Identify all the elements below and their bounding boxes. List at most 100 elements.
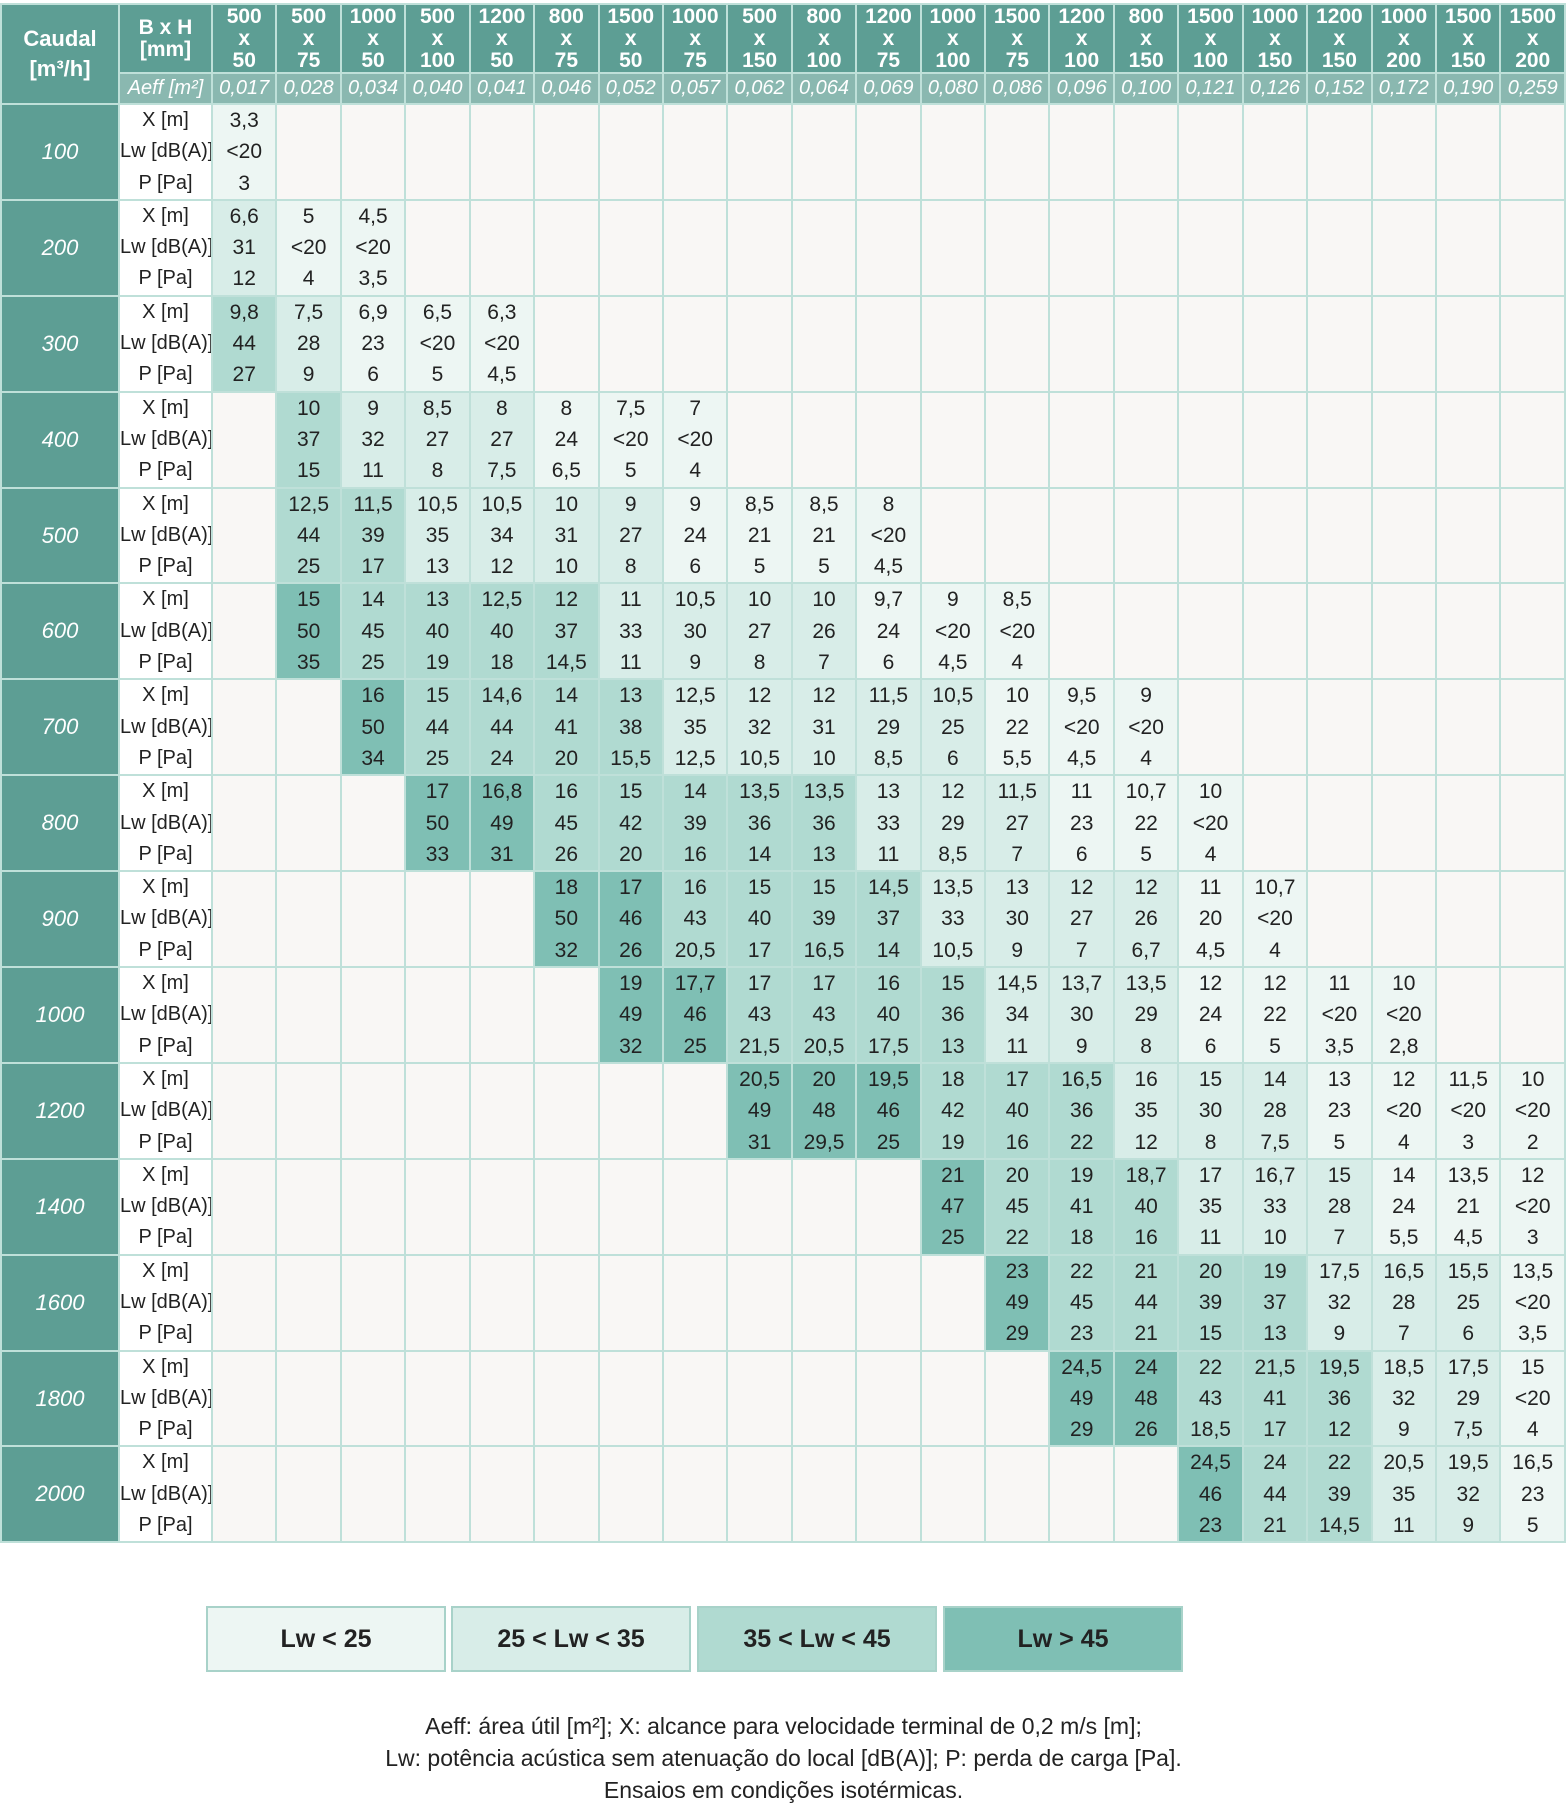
lw-value: 50 [425, 811, 450, 835]
empty-cell [1306, 678, 1373, 777]
empty-cell [210, 1445, 278, 1544]
empty-cell [919, 103, 987, 201]
lw-value: 44 [1134, 1290, 1158, 1314]
lw-value: 24 [554, 427, 578, 451]
empty-cell [1499, 198, 1566, 297]
data-cell: 15 28 7 [1306, 1157, 1373, 1256]
lw-value: 22 [1134, 811, 1158, 835]
lw-value: 24 [1392, 1195, 1416, 1219]
size-separator: x [1075, 26, 1088, 50]
empty-cell [661, 294, 729, 393]
x-value: 8,5 [422, 396, 453, 420]
size-column-header: 1200 x 75 [855, 3, 922, 74]
data-cell: 12 29 8,5 [919, 774, 987, 873]
lw-value: 27 [490, 427, 514, 451]
lw-value: 33 [941, 907, 965, 931]
lw-value: 39 [1198, 1290, 1223, 1314]
p-value: 4,5 [1195, 938, 1226, 962]
empty-cell [1370, 582, 1438, 681]
empty-cell [468, 1445, 536, 1544]
empty-cell [468, 1061, 536, 1160]
data-cell: 20 45 22 [984, 1157, 1051, 1256]
flow-rate-label: 600 [0, 582, 120, 681]
empty-cell [1241, 294, 1309, 393]
empty-cell [210, 486, 278, 585]
flow-row: 100 X [m] Lw [dB(A)] P [Pa] 3,3 <20 3 [0, 103, 1566, 201]
empty-cell [1370, 198, 1438, 297]
empty-cell [1241, 103, 1309, 201]
flow-rate-label: 100 [0, 103, 120, 201]
data-cell: 9 <20 4,5 [919, 582, 987, 681]
lw-value: 49 [1005, 1290, 1029, 1314]
data-cell: 12 26 6,7 [1112, 870, 1180, 969]
p-value: 14 [876, 938, 901, 962]
p-value: 5 [818, 555, 830, 579]
flow-row: 600 X [m] Lw [dB(A)] P [Pa] 15 50 35 14 45 25 13 40… [0, 582, 1566, 681]
empty-cell [1112, 294, 1180, 393]
p-value: 26 [619, 938, 643, 962]
p-value: 12 [1327, 1418, 1352, 1442]
param-label: Lw [dB(A)] [120, 1003, 212, 1026]
empty-cell [661, 1157, 729, 1256]
p-value: 29 [1005, 1322, 1029, 1346]
lw-value: <20 [1450, 1099, 1487, 1123]
p-value: 5 [1333, 1130, 1346, 1154]
x-value: 14 [683, 780, 707, 804]
data-cell: 12 37 14,5 [533, 582, 600, 681]
empty-cell [661, 1061, 729, 1160]
x-value: 22 [1070, 1259, 1094, 1283]
p-value: 23 [1198, 1514, 1223, 1538]
p-value: 10 [812, 746, 836, 770]
p-value: 9 [1333, 1322, 1346, 1346]
x-value: 17 [619, 876, 643, 900]
empty-cell [339, 966, 407, 1064]
lw-value: <20 [419, 332, 456, 356]
empty-cell [404, 870, 471, 969]
x-value: 16,8 [481, 780, 523, 804]
size-column-header: 500 x 75 [275, 3, 342, 74]
x-value: 19,5 [1318, 1355, 1360, 1379]
data-cell: 13,7 30 9 [1048, 966, 1115, 1064]
data-cell: 6,3 <20 4,5 [468, 294, 536, 393]
flow-row: 700 X [m] Lw [dB(A)] P [Pa] 16 50 34 15 44 25 14,6… [0, 678, 1566, 777]
p-value: 5,5 [1389, 1226, 1419, 1250]
p-value: 15 [296, 459, 321, 483]
x-value: 17,5 [1447, 1355, 1489, 1379]
lw-value: <20 [484, 332, 520, 356]
x-value: 24,5 [1190, 1451, 1231, 1475]
lw-value: 32 [361, 427, 385, 451]
lw-value: 49 [619, 1003, 643, 1027]
empty-cell [275, 1349, 342, 1448]
footnotes: Aeff: área útil [m²]; X: alcance para ve… [0, 1710, 1567, 1806]
p-value: 7 [1011, 842, 1024, 866]
size-height: 50 [232, 48, 256, 72]
param-label: P [Pa] [138, 1418, 193, 1441]
performance-table: Caudal [m³/h] B x H [mm] 500 x 50 500 x 75 100… [0, 3, 1566, 1544]
p-value: 20,5 [674, 938, 716, 962]
data-cell: 21,5 41 17 [1241, 1349, 1309, 1448]
data-cell: 11,5 39 17 [339, 486, 407, 585]
flow-rate-label: 500 [0, 486, 120, 585]
p-value: 13 [812, 842, 836, 866]
x-value: 16 [876, 972, 901, 996]
p-value: 16 [1134, 1226, 1158, 1250]
p-value: 8 [753, 651, 766, 675]
aeff-value: 0,040 [404, 72, 471, 105]
lw-value: 36 [812, 811, 836, 835]
x-value: 15 [1521, 1355, 1545, 1379]
size-separator: x [624, 26, 637, 50]
data-cell: 10 26 7 [790, 582, 858, 681]
lw-value: 35 [1392, 1482, 1416, 1506]
size-column-header: 500 x 100 [404, 3, 471, 74]
p-value: 18,5 [1190, 1418, 1231, 1442]
data-cell: 17 46 26 [597, 870, 664, 969]
p-value: 11 [877, 842, 900, 866]
data-cell: 15 30 8 [1177, 1061, 1244, 1160]
data-cell: 18 50 32 [533, 870, 600, 969]
data-cell: 12,5 35 12,5 [661, 678, 729, 777]
lw-value: 29 [1456, 1386, 1480, 1410]
empty-cell [1370, 774, 1438, 873]
size-column-header: 1500 x 150 [1435, 3, 1502, 74]
size-separator: x [1269, 26, 1281, 50]
size-height: 100 [419, 48, 455, 72]
